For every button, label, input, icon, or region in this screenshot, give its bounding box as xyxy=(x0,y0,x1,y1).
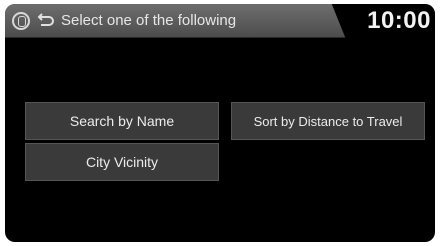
clock: 10:00 xyxy=(367,7,431,34)
voice-command-icon[interactable] xyxy=(12,12,30,30)
nav-screen: Select one of the following 10:00 Search… xyxy=(5,4,435,242)
sort-by-distance-button[interactable]: Sort by Distance to Travel xyxy=(231,102,425,140)
city-vicinity-button[interactable]: City Vicinity xyxy=(25,143,219,181)
search-by-name-button[interactable]: Search by Name xyxy=(25,102,219,140)
back-arrow-icon[interactable] xyxy=(35,11,55,31)
page-title: Select one of the following xyxy=(61,12,237,29)
clock-tab: 10:00 xyxy=(353,4,435,40)
